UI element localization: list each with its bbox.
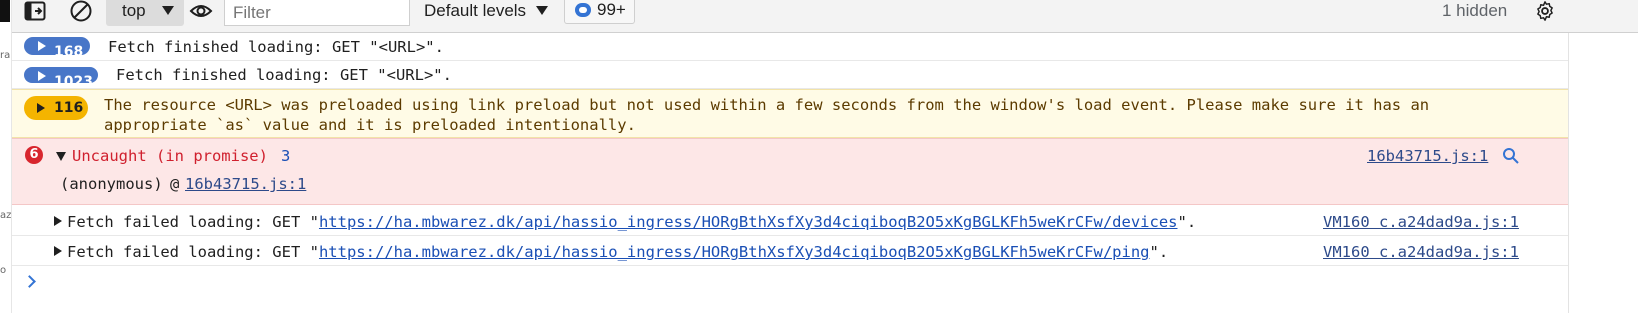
message-prefix: Fetch failed loading: GET "	[67, 243, 319, 261]
request-url-link[interactable]: https://ha.mbwarez.dk/api/hassio_ingress…	[319, 213, 1178, 231]
console-message-warning[interactable]: 116 The resource <URL> was preloaded usi…	[12, 89, 1568, 138]
expand-arrow-icon[interactable]	[54, 246, 62, 256]
background-window-block	[0, 0, 10, 22]
expand-arrow-icon	[38, 71, 46, 81]
log-levels-dropdown[interactable]: Default levels	[412, 0, 558, 26]
message-text: Fetch finished loading: GET "<URL>".	[116, 66, 452, 84]
message-suffix: ".	[1149, 243, 1169, 261]
background-text: ra	[0, 50, 11, 61]
message-suffix: ".	[1177, 213, 1197, 231]
repeat-count-badge[interactable]: 1023	[24, 67, 98, 83]
expand-arrow-icon[interactable]	[54, 216, 62, 226]
log-levels-label: Default levels	[424, 1, 527, 20]
error-source-link[interactable]: 16b43715.js:1	[1367, 147, 1488, 165]
stack-at: @	[170, 175, 180, 193]
console-messages: 168 Fetch finished loading: GET "<URL>".…	[12, 33, 1568, 313]
issues-counter-button[interactable]: 99+	[564, 0, 635, 24]
console-message-log[interactable]: 168 Fetch finished loading: GET "<URL>".	[12, 33, 1568, 61]
repeat-count: 1023	[54, 74, 93, 83]
fetch-failed-message: Fetch failed loading: GET "https://ha.mb…	[67, 243, 1168, 261]
context-selector[interactable]: top	[106, 0, 184, 26]
message-text: Fetch finished loading: GET "<URL>".	[108, 38, 444, 56]
toggle-sidebar-icon[interactable]	[22, 0, 48, 22]
repeat-count-badge[interactable]: 116	[24, 96, 88, 120]
background-window-edge: ra az o	[0, 0, 12, 313]
live-expression-eye-icon[interactable]	[188, 0, 214, 22]
warning-text-line-1: The resource <URL> was preloaded using l…	[104, 96, 1430, 114]
collapse-arrow-icon[interactable]	[56, 152, 66, 161]
settings-gear-icon[interactable]	[1533, 0, 1557, 22]
chevron-down-icon	[536, 6, 548, 15]
clear-console-icon[interactable]	[68, 0, 94, 22]
stack-function: (anonymous)	[60, 175, 163, 193]
console-message-log[interactable]: Fetch failed loading: GET "https://ha.mb…	[12, 205, 1568, 236]
issues-count: 99+	[597, 0, 626, 19]
console-prompt[interactable]	[12, 266, 1568, 296]
console-toolbar: top Default levels 99+ 1 hidden	[12, 0, 1638, 33]
repeat-count-badge[interactable]: 168	[24, 37, 90, 55]
repeat-count: 168	[54, 44, 84, 55]
background-text: az	[0, 210, 12, 221]
error-title: Uncaught (in promise)	[72, 147, 268, 165]
repeat-count: 116	[54, 100, 84, 116]
console-message-log[interactable]: 1023 Fetch finished loading: GET "<URL>"…	[12, 61, 1568, 89]
error-value: 3	[281, 147, 291, 165]
scrollbar-gutter	[1568, 33, 1638, 313]
expand-arrow-icon	[38, 41, 46, 51]
expand-arrow-icon	[37, 103, 45, 113]
message-prefix: Fetch failed loading: GET "	[67, 213, 319, 231]
chevron-down-icon	[162, 6, 174, 15]
source-link[interactable]: VM160 c.a24dad9a.js:1	[1323, 213, 1519, 231]
fetch-failed-message: Fetch failed loading: GET "https://ha.mb…	[67, 213, 1196, 231]
console-message-error[interactable]: 6 Uncaught (in promise) 3 16b43715.js:1 …	[12, 138, 1568, 205]
search-icon[interactable]	[1502, 147, 1520, 169]
background-text: o	[0, 265, 7, 276]
console-message-log[interactable]: Fetch failed loading: GET "https://ha.mb…	[12, 236, 1568, 266]
issues-message-icon	[575, 3, 591, 17]
warning-text-line-2: appropriate `as` value and it is preload…	[104, 116, 636, 134]
error-count-badge: 6	[25, 146, 43, 164]
stack-source-link[interactable]: 16b43715.js:1	[185, 175, 306, 193]
context-selector-label: top	[122, 1, 146, 20]
source-link[interactable]: VM160 c.a24dad9a.js:1	[1323, 243, 1519, 261]
request-url-link[interactable]: https://ha.mbwarez.dk/api/hassio_ingress…	[319, 243, 1150, 261]
prompt-chevron-icon	[23, 275, 36, 288]
filter-input[interactable]	[224, 0, 410, 26]
hidden-messages-count: 1 hidden	[1442, 1, 1508, 20]
